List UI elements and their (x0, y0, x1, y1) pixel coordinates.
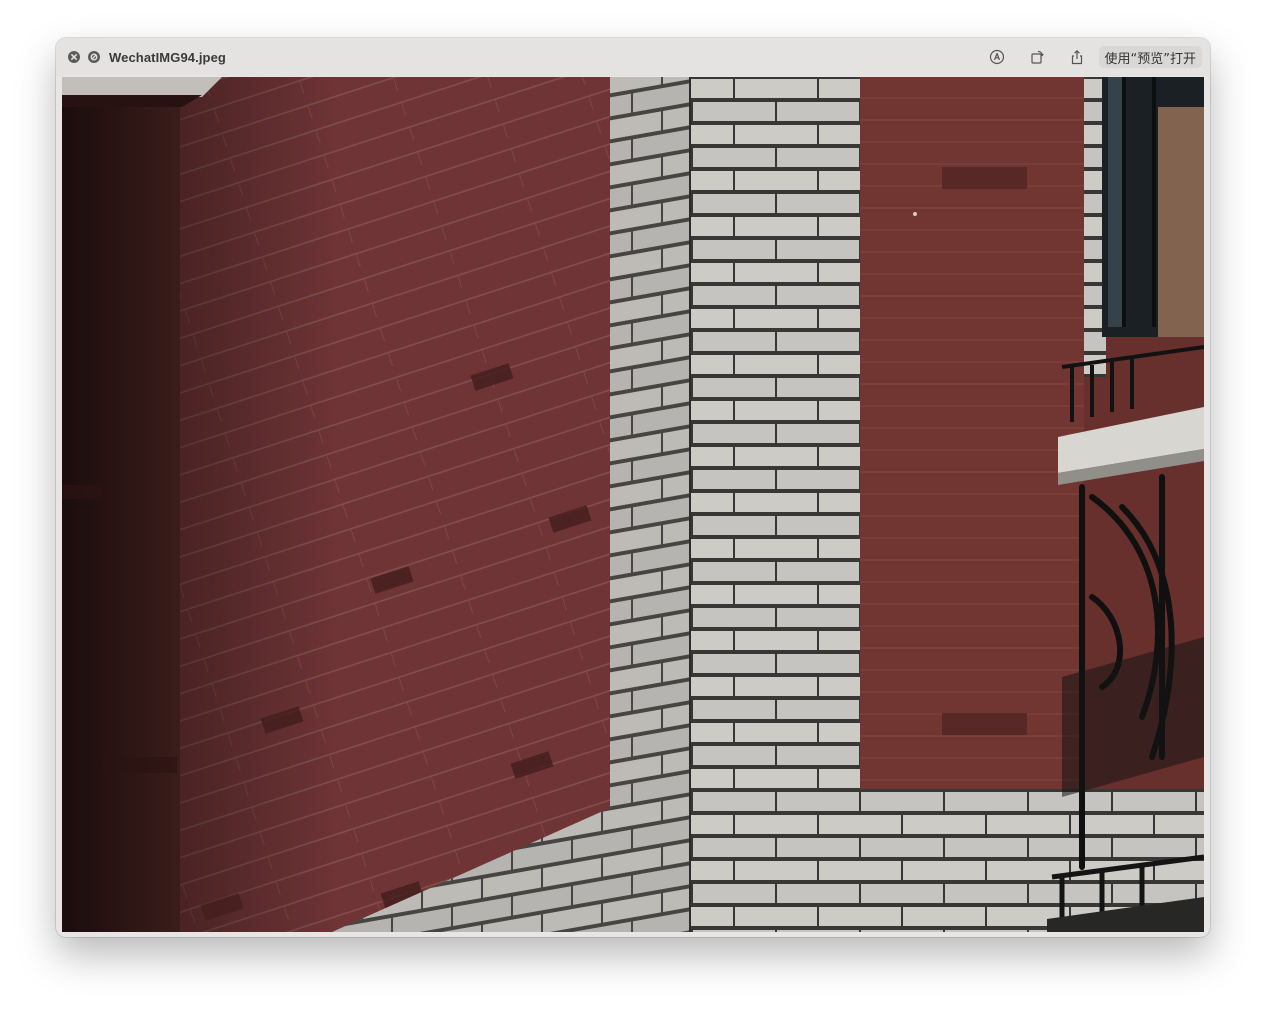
rotate-icon[interactable] (1017, 44, 1057, 70)
toolbar: 使用“预览”打开 (977, 44, 1202, 70)
image-preview (62, 77, 1204, 932)
window-controls (68, 51, 100, 63)
photo-brick-wall (62, 77, 1204, 932)
markup-icon[interactable] (977, 44, 1017, 70)
title-bar: WechatIMG94.jpeg 使用“预览”打开 (56, 38, 1210, 76)
open-with-preview-button[interactable]: 使用“预览”打开 (1098, 46, 1202, 68)
close-icon[interactable] (68, 51, 80, 63)
quicklook-window: WechatIMG94.jpeg 使用“预览”打开 (56, 38, 1210, 937)
window-title: WechatIMG94.jpeg (109, 49, 226, 65)
share-icon[interactable] (1057, 44, 1097, 70)
block-icon[interactable] (88, 51, 100, 63)
